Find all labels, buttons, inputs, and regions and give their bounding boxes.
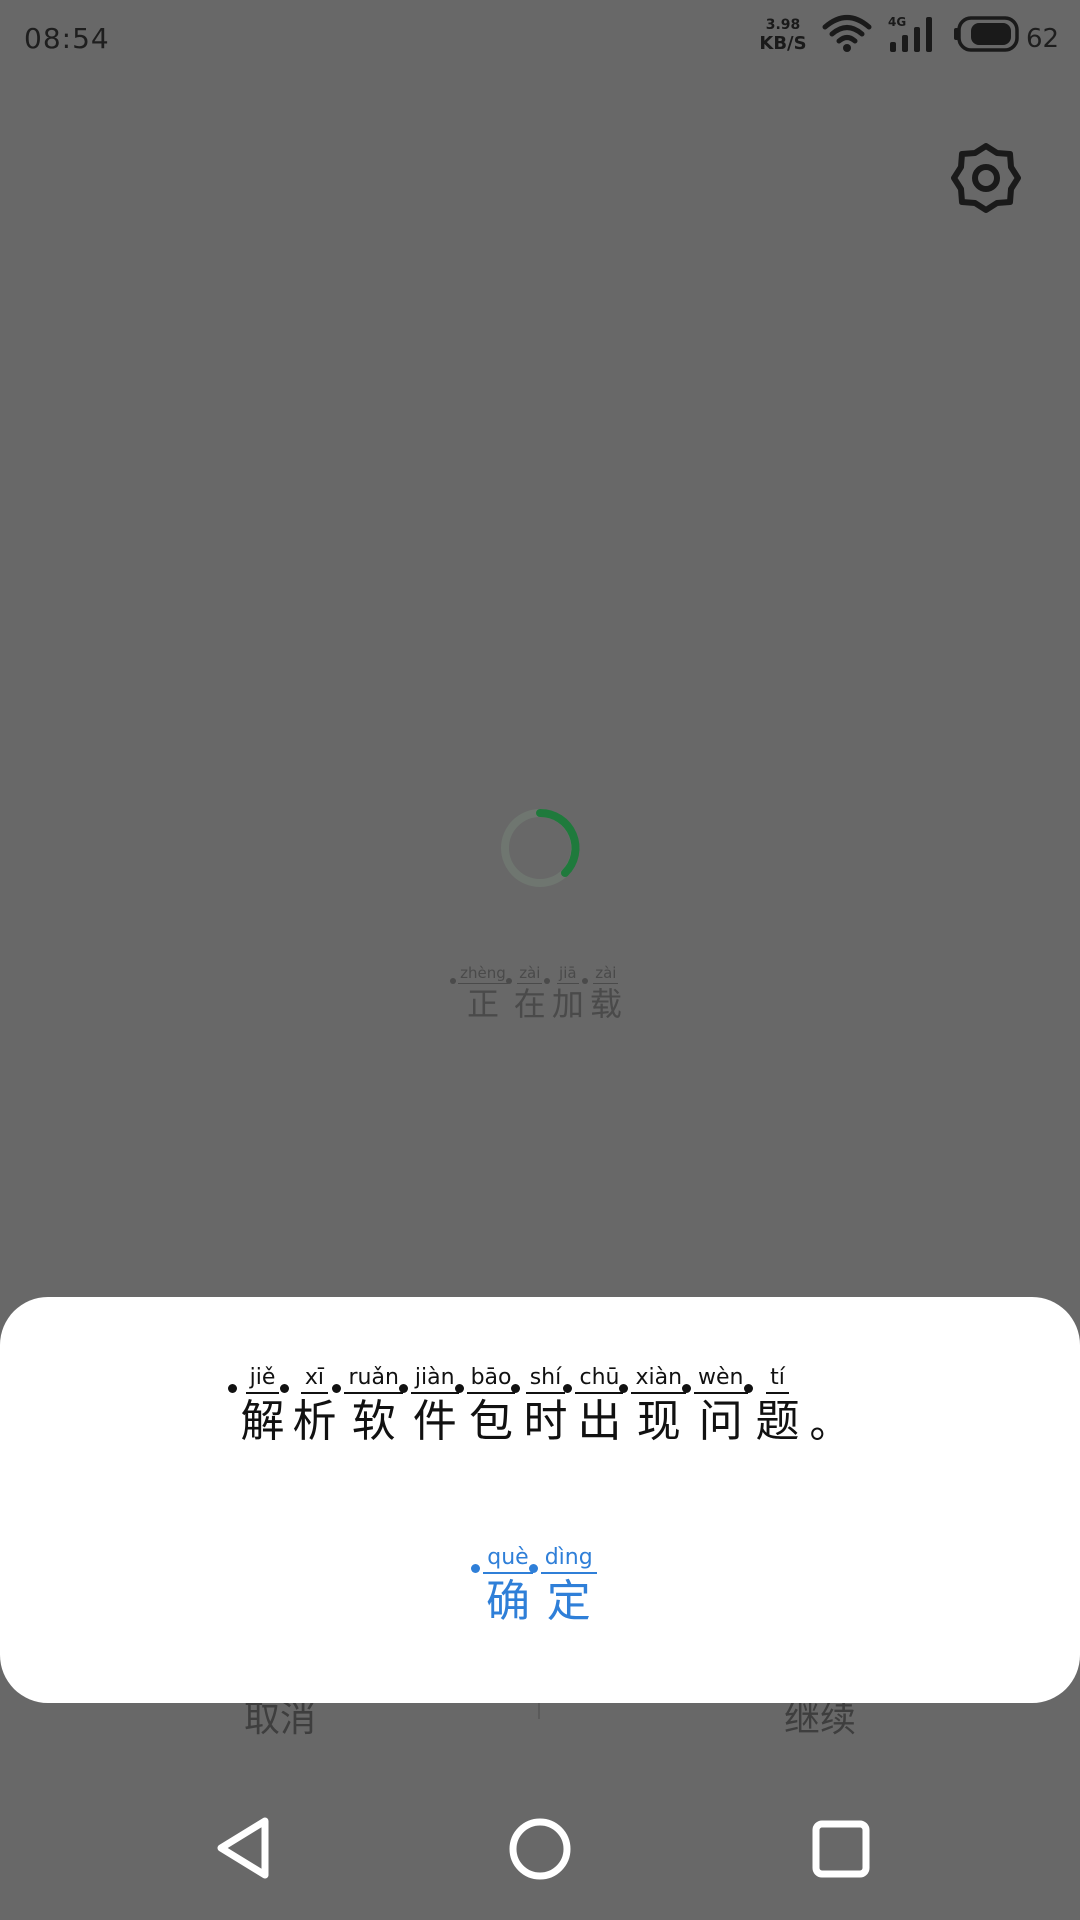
network-speed-unit: KB/S bbox=[759, 33, 807, 54]
message-char: wèn 问 bbox=[682, 1367, 748, 1444]
loading-text: zhèng 正 zài 在 jiā 加 zài 载 bbox=[440, 966, 640, 1020]
home-icon[interactable] bbox=[508, 1817, 572, 1881]
back-icon[interactable] bbox=[213, 1815, 273, 1881]
dialog-message: jiě 解 xī 析 ruǎn 软 jiàn 件 bāo 包 shí 时 chū 出 xiàn… bbox=[0, 1367, 1080, 1444]
message-char: jiàn 件 bbox=[398, 1367, 459, 1444]
message-char: xī 析 bbox=[280, 1367, 336, 1444]
error-dialog: jiě 解 xī 析 ruǎn 软 jiàn 件 bāo 包 shí 时 chū 出 xiàn… bbox=[0, 1297, 1080, 1703]
gear-icon[interactable] bbox=[950, 142, 1022, 214]
network-speed: 3.98 KB/S bbox=[757, 18, 809, 53]
message-char: xiàn 现 bbox=[619, 1367, 687, 1444]
loading-char: zài 载 bbox=[581, 966, 622, 1020]
cellular-signal-icon: 4G bbox=[888, 15, 932, 52]
confirm-char: dìng 定 bbox=[528, 1547, 597, 1647]
status-bar: 08:54 3.98 KB/S 4G 62 bbox=[0, 0, 1080, 80]
message-char: ruǎn 软 bbox=[332, 1367, 403, 1444]
wifi-icon bbox=[822, 15, 872, 52]
message-char: chū 出 bbox=[563, 1367, 624, 1444]
message-char: jiě 解 bbox=[228, 1367, 284, 1444]
loading-char: jiā 加 bbox=[543, 966, 584, 1020]
message-char: bāo 包 bbox=[454, 1367, 516, 1444]
network-type: 4G bbox=[888, 15, 906, 29]
loading-char: zài 在 bbox=[505, 966, 546, 1020]
status-time: 08:54 bbox=[24, 22, 110, 55]
message-period: 。 bbox=[809, 1401, 850, 1447]
message-char: tí 题 bbox=[743, 1367, 800, 1444]
battery-icon bbox=[954, 16, 1019, 52]
battery-level: 62 bbox=[1026, 24, 1060, 54]
loading-char: zhèng 正 bbox=[450, 966, 508, 1020]
loading-spinner bbox=[501, 808, 580, 887]
confirm-button[interactable]: què 确 dìng 定 bbox=[440, 1547, 640, 1647]
recent-apps-icon[interactable] bbox=[812, 1820, 870, 1878]
network-speed-value: 3.98 bbox=[765, 17, 801, 33]
confirm-char: què 确 bbox=[471, 1547, 533, 1647]
message-char: shí 时 bbox=[511, 1367, 567, 1444]
